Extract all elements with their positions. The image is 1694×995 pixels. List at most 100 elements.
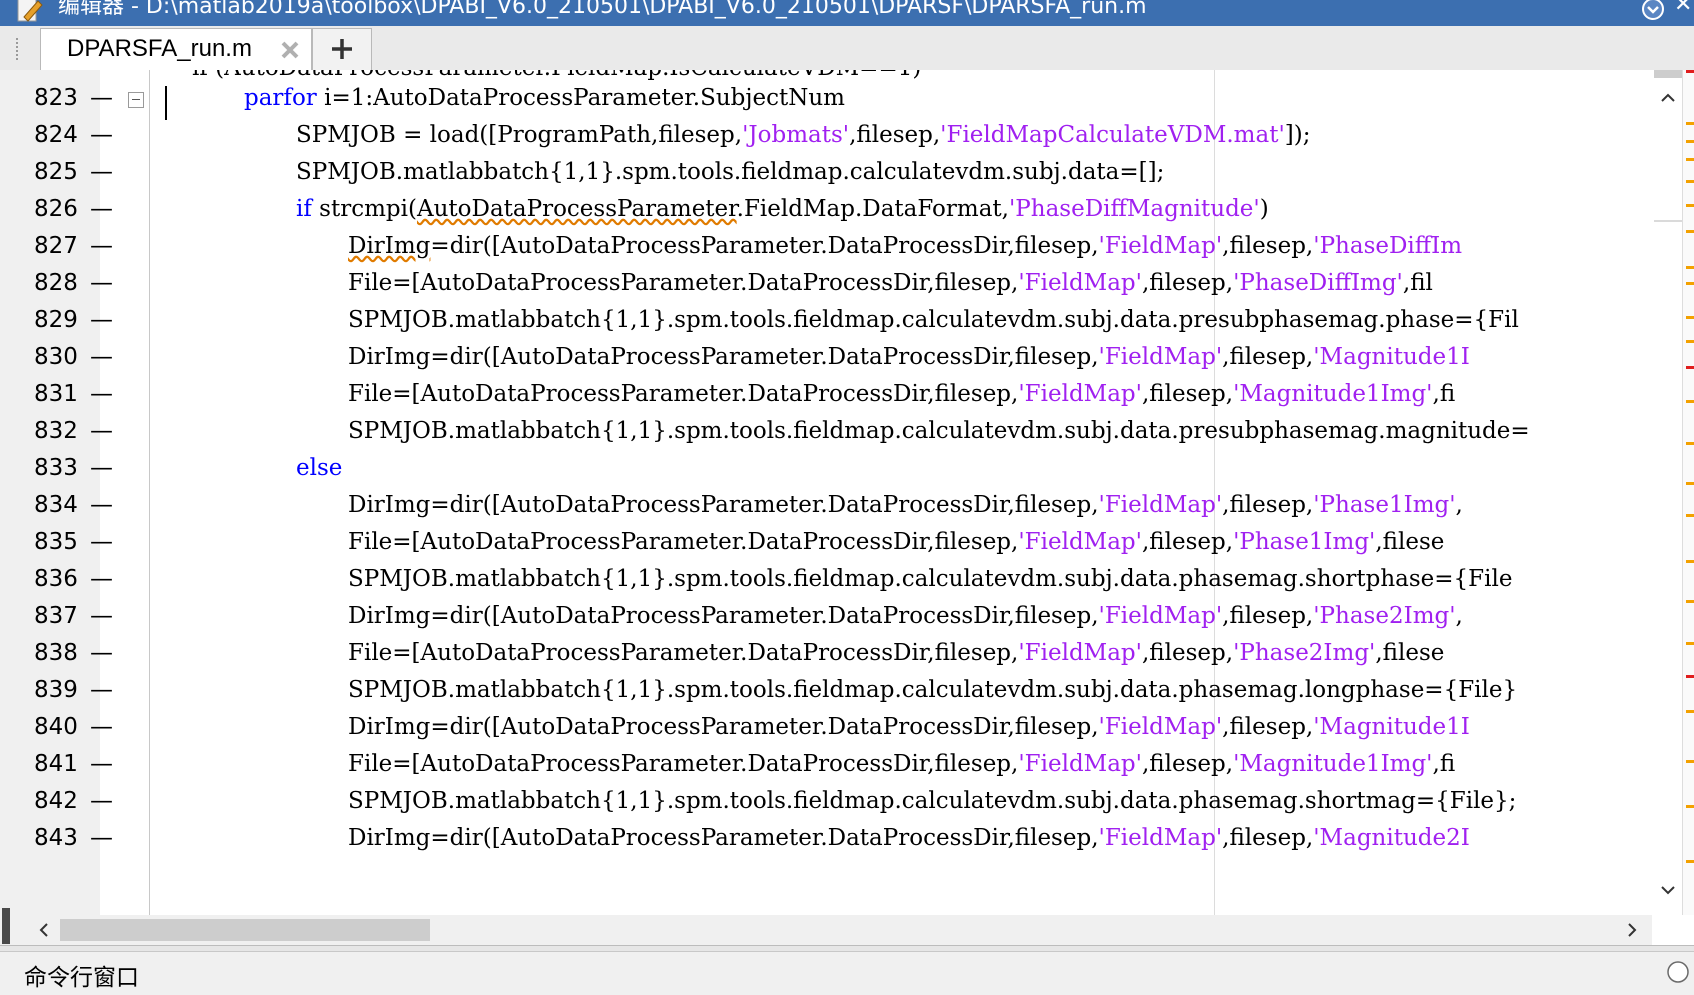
breakpoint-dash[interactable]: — [90, 559, 113, 599]
warning-marker[interactable] [1686, 600, 1694, 603]
chevron-up-icon[interactable] [1658, 88, 1678, 108]
string-token: 'Magnitude1Img' [1233, 381, 1433, 407]
breakpoint-dash[interactable]: — [90, 263, 113, 303]
breakpoint-dash[interactable]: — [90, 781, 113, 821]
code-line[interactable]: 836 — SPMJOB.matlabbatch{1,1}.spm.tools.fi… [12, 559, 1652, 599]
code-line[interactable]: 843 — DirImg=dir([AutoDataProcessParameter… [12, 818, 1652, 858]
code-line[interactable]: 840 — DirImg=dir([AutoDataProcessParameter… [12, 707, 1652, 747]
line-number-text: 834 [34, 492, 78, 518]
window-close-icon[interactable]: ✕ [1674, 0, 1694, 20]
warning-marker[interactable] [1686, 340, 1694, 343]
code-line[interactable]: 825 — SPMJOB.matlabbatch{1,1}.spm.tools.fi… [12, 152, 1652, 192]
chevron-left-icon[interactable] [34, 920, 54, 940]
warning-marker[interactable] [1686, 642, 1694, 645]
chevron-down-icon[interactable] [1658, 880, 1678, 900]
breakpoint-dash[interactable]: — [90, 411, 113, 451]
breakpoint-dash[interactable]: — [90, 596, 113, 636]
breakpoint-dash[interactable]: — [90, 485, 113, 525]
warning-marker[interactable] [1686, 140, 1694, 143]
breakpoint-dash[interactable]: — [90, 707, 113, 747]
vertical-scrollbar[interactable] [1652, 70, 1684, 915]
close-icon[interactable] [277, 37, 303, 63]
warning-marker[interactable] [1686, 860, 1694, 863]
circle-chevron-icon[interactable] [1640, 0, 1666, 22]
error-marker[interactable] [1686, 366, 1694, 369]
command-window-panel[interactable]: 命令行窗口 [0, 951, 1694, 995]
code-token: DirImg=dir([AutoDataProcessParameter.Dat… [348, 492, 1099, 518]
code-text: SPMJOB.matlabbatch{1,1}.spm.tools.fieldm… [348, 300, 1519, 340]
code-line[interactable]: 827 — DirImg=dir([AutoDataProcessParameter… [12, 226, 1652, 266]
drag-grip-icon[interactable] [16, 38, 22, 60]
code-token: ,fil [1402, 270, 1433, 296]
warning-marker[interactable] [1686, 805, 1694, 808]
fold-minus-icon[interactable] [128, 92, 144, 108]
breakpoint-dash[interactable]: — [90, 115, 113, 155]
code-line[interactable]: 829 — SPMJOB.matlabbatch{1,1}.spm.tools.fi… [12, 300, 1652, 340]
warning-marker[interactable] [1686, 400, 1694, 403]
warning-marker[interactable] [1686, 230, 1694, 233]
code-token: SPMJOB.matlabbatch{1,1}.spm.tools.fieldm… [296, 159, 1165, 185]
breakpoint-dash[interactable]: — [90, 189, 113, 229]
breakpoint-dash[interactable]: — [90, 818, 113, 858]
code-line[interactable]: 837 — DirImg=dir([AutoDataProcessParameter… [12, 596, 1652, 636]
warning-marker[interactable] [1686, 514, 1694, 517]
string-token: 'PhaseDiffIm [1313, 233, 1463, 259]
breakpoint-dash[interactable]: — [90, 448, 113, 488]
code-line[interactable]: 830 — DirImg=dir([AutoDataProcessParameter… [12, 337, 1652, 377]
code-line[interactable]: 835 — File=[AutoDataProcessParameter.DataP… [12, 522, 1652, 562]
code-analyzer-strip[interactable] [1682, 70, 1694, 915]
breakpoint-dash[interactable]: — [90, 226, 113, 266]
warning-marker[interactable] [1686, 204, 1694, 207]
vertical-scroll-thumb[interactable] [1654, 70, 1684, 78]
error-marker[interactable] [1686, 70, 1694, 73]
warning-marker[interactable] [1686, 122, 1694, 125]
circle-chevron-icon[interactable] [1666, 960, 1690, 984]
code-line[interactable]: 826 — if strcmpi(AutoDataProcessParameter.… [12, 189, 1652, 229]
warning-marker[interactable] [1686, 282, 1694, 285]
warning-marker[interactable] [1686, 442, 1694, 445]
code-token: SPMJOB.matlabbatch{1,1}.spm.tools.fieldm… [348, 307, 1519, 333]
code-line[interactable]: 824— SPMJOB = load([ProgramPath,filesep,'… [12, 115, 1652, 155]
chevron-right-icon[interactable] [1622, 920, 1642, 940]
code-line[interactable]: 828 — File=[AutoDataProcessParameter.DataP… [12, 263, 1652, 303]
code-line[interactable]: 842 — SPMJOB.matlabbatch{1,1}.spm.tools.fi… [12, 781, 1652, 821]
tab-dparsfa-run[interactable]: DPARSFA_run.m [40, 28, 312, 70]
warning-marker[interactable] [1686, 482, 1694, 485]
code-area[interactable]: if (AutoDataProcessParameter.FieldMap.Is… [12, 70, 1652, 915]
warning-marker[interactable] [1686, 158, 1694, 161]
code-line[interactable]: 834 — DirImg=dir([AutoDataProcessParameter… [12, 485, 1652, 525]
code-token: .FieldMap.DataFormat, [736, 196, 1009, 222]
horizontal-scroll-thumb[interactable] [60, 919, 430, 941]
warning-marker[interactable] [1686, 316, 1694, 319]
window-title: 编辑器 - D:\matlab2019a\toolbox\DPABI_V6.0_… [58, 0, 1147, 19]
add-tab-button[interactable] [312, 28, 372, 70]
warning-marker[interactable] [1686, 180, 1694, 183]
breakpoint-dash[interactable]: — [90, 744, 113, 784]
warning-marker[interactable] [1686, 710, 1694, 713]
code-line[interactable]: 838 — File=[AutoDataProcessParameter.DataP… [12, 633, 1652, 673]
code-line[interactable]: 839 — SPMJOB.matlabbatch{1,1}.spm.tools.fi… [12, 670, 1652, 710]
horizontal-scrollbar[interactable] [12, 915, 1652, 945]
breakpoint-dash[interactable]: — [90, 633, 113, 673]
window-title-bar[interactable]: 编辑器 - D:\matlab2019a\toolbox\DPABI_V6.0_… [0, 0, 1694, 26]
warning-marker[interactable] [1686, 760, 1694, 763]
warning-marker[interactable] [1686, 560, 1694, 563]
code-line[interactable]: 823 — parfor i=1:AutoDataProcessParameter.… [12, 78, 1652, 118]
breakpoint-dash[interactable]: — [90, 374, 113, 414]
breakpoint-dash[interactable]: — [90, 152, 113, 192]
code-line[interactable]: 831 — File=[AutoDataProcessParameter.DataP… [12, 374, 1652, 414]
code-token: , [1455, 492, 1463, 518]
code-line[interactable]: 833 — else [12, 448, 1652, 488]
breakpoint-dash[interactable]: — [90, 78, 113, 118]
breakpoint-dash[interactable]: — [90, 670, 113, 710]
code-line[interactable]: 832 — SPMJOB.matlabbatch{1,1}.spm.tools.fi… [12, 411, 1652, 451]
warning-marker[interactable] [1686, 266, 1694, 269]
code-editor[interactable]: if (AutoDataProcessParameter.FieldMap.Is… [12, 70, 1652, 915]
breakpoint-dash[interactable]: — [90, 522, 113, 562]
string-token: 'FieldMapCalculateVDM.mat' [940, 122, 1285, 148]
error-marker[interactable] [1686, 675, 1694, 678]
editor-tab-strip: DPARSFA_run.m [0, 26, 1694, 71]
breakpoint-dash[interactable]: — [90, 300, 113, 340]
code-line[interactable]: 841 — File=[AutoDataProcessParameter.DataP… [12, 744, 1652, 784]
breakpoint-dash[interactable]: — [90, 337, 113, 377]
